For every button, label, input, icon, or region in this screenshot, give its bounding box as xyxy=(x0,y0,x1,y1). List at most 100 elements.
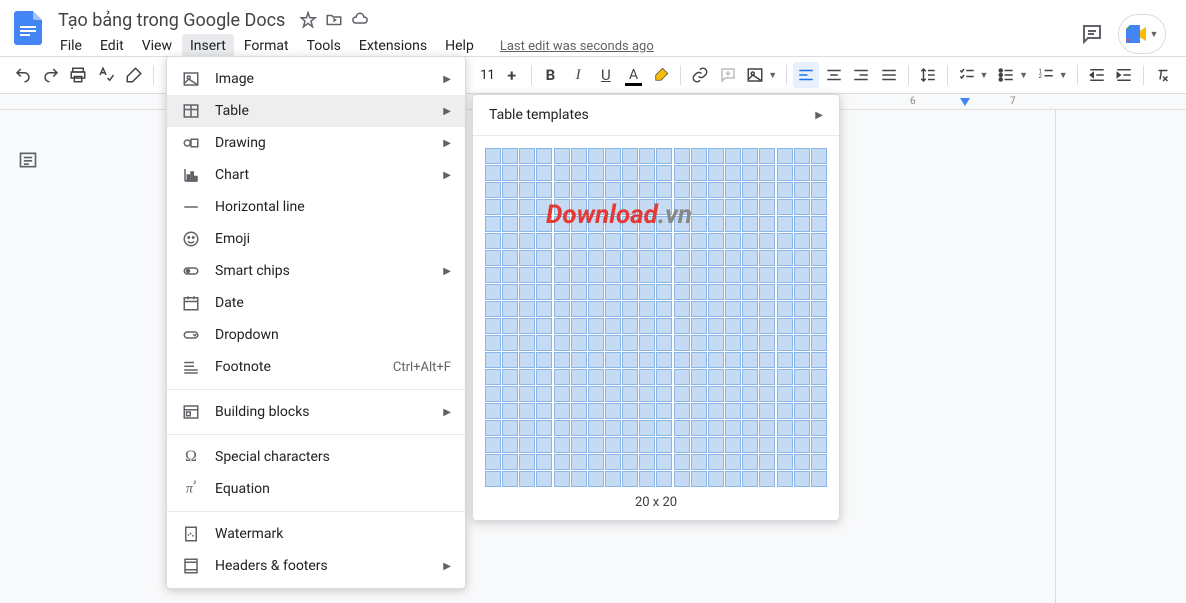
table-grid-cell[interactable] xyxy=(554,437,570,453)
table-grid-cell[interactable] xyxy=(485,386,501,402)
table-grid-cell[interactable] xyxy=(725,471,741,487)
table-grid-cell[interactable] xyxy=(502,165,518,181)
table-grid-cell[interactable] xyxy=(656,352,672,368)
table-grid-cell[interactable] xyxy=(536,267,552,283)
table-grid-cell[interactable] xyxy=(485,233,501,249)
table-grid-cell[interactable] xyxy=(519,318,535,334)
menu-tools[interactable]: Tools xyxy=(299,34,349,58)
table-grid-cell[interactable] xyxy=(742,437,758,453)
menu-view[interactable]: View xyxy=(134,34,180,58)
insert-menu-horizontal-line[interactable]: Horizontal line xyxy=(167,191,465,223)
table-grid-cell[interactable] xyxy=(519,165,535,181)
table-grid-cell[interactable] xyxy=(536,454,552,470)
table-grid-cell[interactable] xyxy=(794,335,810,351)
menu-extensions[interactable]: Extensions xyxy=(351,34,435,58)
table-grid-cell[interactable] xyxy=(742,216,758,232)
table-grid-cell[interactable] xyxy=(708,420,724,436)
table-grid-cell[interactable] xyxy=(759,403,775,419)
table-grid-cell[interactable] xyxy=(554,199,570,215)
table-grid-cell[interactable] xyxy=(571,182,587,198)
table-grid-cell[interactable] xyxy=(639,403,655,419)
table-grid-cell[interactable] xyxy=(605,301,621,317)
table-grid-cell[interactable] xyxy=(502,335,518,351)
print-icon[interactable] xyxy=(65,62,91,88)
numbered-list-icon[interactable]: 12 xyxy=(1033,62,1059,88)
table-grid-cell[interactable] xyxy=(794,352,810,368)
table-grid-cell[interactable] xyxy=(622,335,638,351)
table-grid-cell[interactable] xyxy=(519,148,535,164)
menu-insert[interactable]: Insert xyxy=(182,34,234,58)
table-grid-cell[interactable] xyxy=(691,165,707,181)
table-grid-cell[interactable] xyxy=(708,148,724,164)
table-grid-cell[interactable] xyxy=(674,403,690,419)
table-grid-cell[interactable] xyxy=(571,335,587,351)
table-grid-cell[interactable] xyxy=(485,250,501,266)
table-grid-cell[interactable] xyxy=(708,267,724,283)
table-grid-cell[interactable] xyxy=(674,216,690,232)
insert-menu-special-characters[interactable]: ΩSpecial characters xyxy=(167,441,465,473)
table-grid-cell[interactable] xyxy=(674,369,690,385)
table-grid-cell[interactable] xyxy=(571,233,587,249)
table-grid-cell[interactable] xyxy=(588,369,604,385)
table-grid-cell[interactable] xyxy=(571,267,587,283)
insert-menu-smart-chips[interactable]: Smart chips▶ xyxy=(167,255,465,287)
table-grid-cell[interactable] xyxy=(811,335,827,351)
table-grid-cell[interactable] xyxy=(742,284,758,300)
redo-icon[interactable] xyxy=(38,62,64,88)
table-grid-cell[interactable] xyxy=(725,216,741,232)
table-grid-cell[interactable] xyxy=(674,301,690,317)
table-grid-cell[interactable] xyxy=(519,335,535,351)
table-grid-cell[interactable] xyxy=(571,454,587,470)
table-grid-cell[interactable] xyxy=(622,284,638,300)
table-grid-cell[interactable] xyxy=(759,250,775,266)
table-grid-cell[interactable] xyxy=(588,199,604,215)
text-color-icon[interactable]: A xyxy=(621,62,647,88)
table-grid-cell[interactable] xyxy=(485,369,501,385)
docs-logo[interactable] xyxy=(8,8,48,48)
table-grid-cell[interactable] xyxy=(742,335,758,351)
table-grid-cell[interactable] xyxy=(674,250,690,266)
table-grid-cell[interactable] xyxy=(656,216,672,232)
doc-title[interactable]: Tạo bảng trong Google Docs xyxy=(52,8,291,33)
table-grid-cell[interactable] xyxy=(811,369,827,385)
table-grid-cell[interactable] xyxy=(554,335,570,351)
table-grid-cell[interactable] xyxy=(485,301,501,317)
table-grid-cell[interactable] xyxy=(536,318,552,334)
font-size-value[interactable]: 11 xyxy=(478,68,497,83)
comments-icon[interactable] xyxy=(1080,22,1104,46)
table-grid-cell[interactable] xyxy=(622,267,638,283)
indent-increase-icon[interactable] xyxy=(1111,62,1137,88)
table-grid-cell[interactable] xyxy=(622,182,638,198)
table-grid-cell[interactable] xyxy=(571,318,587,334)
table-grid-cell[interactable] xyxy=(605,335,621,351)
paint-format-icon[interactable] xyxy=(121,62,147,88)
table-grid-cell[interactable] xyxy=(674,182,690,198)
table-grid-cell[interactable] xyxy=(777,267,793,283)
table-grid-cell[interactable] xyxy=(605,284,621,300)
table-grid-cell[interactable] xyxy=(485,335,501,351)
table-grid-cell[interactable] xyxy=(691,318,707,334)
table-grid-cell[interactable] xyxy=(536,216,552,232)
table-grid-cell[interactable] xyxy=(708,403,724,419)
table-grid-cell[interactable] xyxy=(639,284,655,300)
table-grid-cell[interactable] xyxy=(759,233,775,249)
table-grid-cell[interactable] xyxy=(811,454,827,470)
table-grid-cell[interactable] xyxy=(485,318,501,334)
table-grid-cell[interactable] xyxy=(485,454,501,470)
table-grid-cell[interactable] xyxy=(588,352,604,368)
table-grid-cell[interactable] xyxy=(622,318,638,334)
table-grid-cell[interactable] xyxy=(656,369,672,385)
table-grid-cell[interactable] xyxy=(691,454,707,470)
insert-menu-emoji[interactable]: Emoji xyxy=(167,223,465,255)
table-grid-cell[interactable] xyxy=(554,267,570,283)
table-grid-cell[interactable] xyxy=(588,182,604,198)
table-grid-cell[interactable] xyxy=(811,403,827,419)
table-grid-cell[interactable] xyxy=(605,148,621,164)
table-grid-cell[interactable] xyxy=(519,437,535,453)
italic-icon[interactable]: I xyxy=(565,62,591,88)
table-grid-cell[interactable] xyxy=(777,199,793,215)
table-grid-cell[interactable] xyxy=(674,148,690,164)
table-grid-cell[interactable] xyxy=(485,437,501,453)
table-grid-cell[interactable] xyxy=(519,250,535,266)
table-grid-cell[interactable] xyxy=(708,369,724,385)
